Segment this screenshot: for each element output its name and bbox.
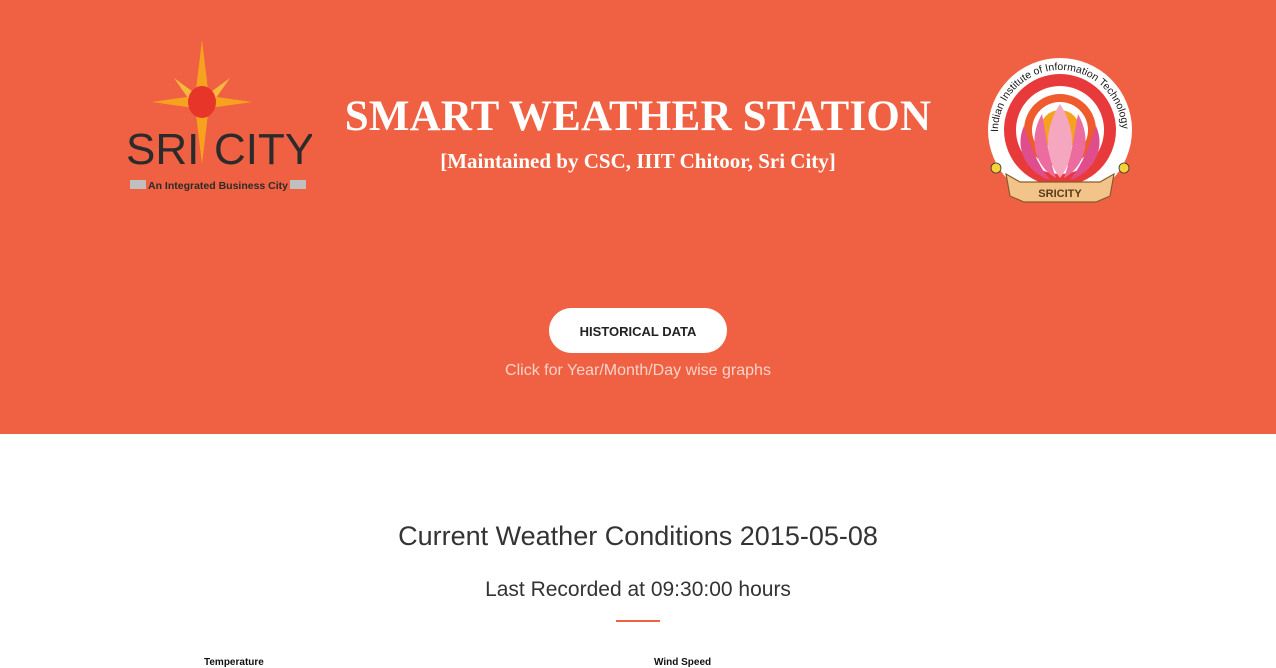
- emblem-ribbon-text: SRICITY: [1038, 188, 1082, 200]
- hero-banner: SRI CITY An Integrated Business City SMA…: [0, 0, 1276, 434]
- wind-speed-label: Wind Speed: [654, 657, 712, 668]
- iiit-chittoor-emblem: Indian Institute of Information Technolo…: [980, 39, 1136, 210]
- logo-tagline: An Integrated Business City: [148, 180, 288, 192]
- last-recorded-text: Last Recorded at 09:30:00 hours: [485, 578, 791, 601]
- section-divider: [616, 620, 660, 622]
- current-weather-title: Current Weather Conditions 2015-05-08: [398, 521, 878, 551]
- historical-data-button[interactable]: HISTORICAL DATA: [549, 308, 727, 353]
- temperature-label: Temperature: [204, 657, 264, 668]
- historical-data-caption: Click for Year/Month/Day wise graphs: [505, 362, 771, 379]
